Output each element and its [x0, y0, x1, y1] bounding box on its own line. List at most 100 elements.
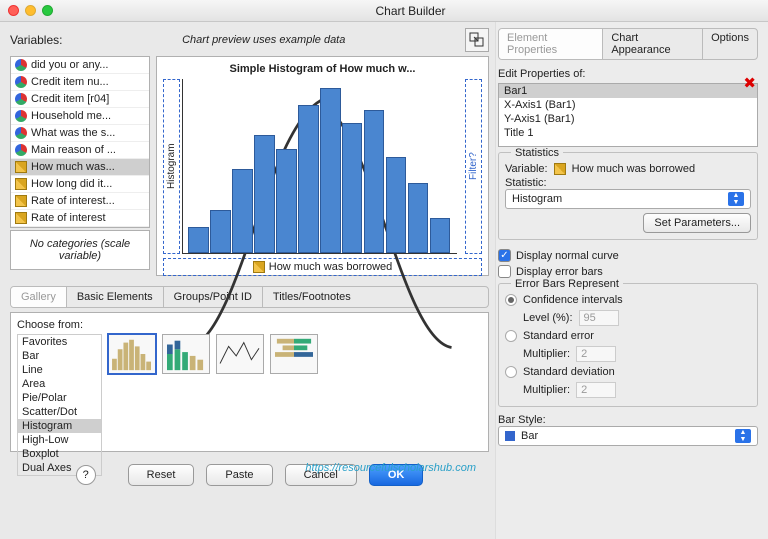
chart-type-item[interactable]: Histogram: [18, 419, 101, 433]
ci-level-input: 95: [579, 310, 619, 326]
histogram-bar: [210, 210, 231, 254]
histogram-bar: [364, 110, 385, 253]
radio-standard-error: [505, 330, 517, 342]
preview-note: Chart preview uses example data: [72, 34, 455, 46]
histogram-bar: [342, 123, 363, 254]
ruler-icon: [15, 195, 27, 207]
variable-item[interactable]: How much was...: [11, 159, 149, 176]
thumb-population-pyramid[interactable]: [270, 334, 318, 374]
chart-type-item[interactable]: Pie/Polar: [18, 391, 101, 405]
nominal-icon: [15, 144, 27, 156]
thumb-stacked-histogram[interactable]: [162, 334, 210, 374]
help-button[interactable]: ?: [76, 465, 96, 485]
error-bars-legend: Error Bars Represent: [511, 278, 623, 290]
nominal-icon: [15, 127, 27, 139]
tab-gallery[interactable]: Gallery: [11, 287, 67, 307]
chart-filter-dropzone[interactable]: Filter?: [465, 79, 482, 254]
delete-button[interactable]: ✖: [743, 74, 756, 92]
sd-multiplier-input: 2: [576, 382, 616, 398]
variable-item[interactable]: did you or any...: [11, 57, 149, 74]
transfer-button[interactable]: [465, 28, 489, 52]
stat-variable-label: Variable:: [505, 163, 548, 175]
ruler-icon: [15, 178, 27, 190]
chart-type-list[interactable]: FavoritesBarLineAreaPie/PolarScatter/Dot…: [17, 334, 102, 476]
chart-title: Simple Histogram of How much w...: [163, 63, 482, 75]
display-normal-curve-label: Display normal curve: [516, 250, 619, 262]
variable-item[interactable]: What was the s...: [11, 125, 149, 142]
histogram-bar: [298, 105, 319, 253]
variables-label: Variables:: [10, 33, 62, 47]
radio-confidence-intervals: [505, 294, 517, 306]
chart-preview[interactable]: Simple Histogram of How much w... Histog…: [156, 56, 489, 276]
chart-type-item[interactable]: High-Low: [18, 433, 101, 447]
chart-plot: [182, 79, 457, 254]
edit-property-item[interactable]: Bar1: [499, 84, 757, 98]
nominal-icon: [15, 76, 27, 88]
watermark: https://resourcefulscholarshub.com: [305, 462, 476, 474]
chart-type-item[interactable]: Scatter/Dot: [18, 405, 101, 419]
nominal-icon: [15, 93, 27, 105]
histogram-bar: [276, 149, 297, 253]
thumb-frequency-polygon[interactable]: [216, 334, 264, 374]
transfer-icon: [469, 32, 485, 48]
edit-property-item[interactable]: Title 1: [499, 126, 757, 140]
radio-standard-deviation: [505, 366, 517, 378]
chart-type-item[interactable]: Favorites: [18, 335, 101, 349]
statistics-legend: Statistics: [511, 147, 563, 159]
zoom-icon[interactable]: [42, 5, 53, 16]
histogram-bar: [408, 183, 429, 253]
variable-item[interactable]: Rate of interest...: [11, 193, 149, 210]
close-icon[interactable]: [8, 5, 19, 16]
right-segmented-tabs: Element Properties Chart Appearance Opti…: [498, 28, 758, 60]
variable-item[interactable]: Credit item nu...: [11, 74, 149, 91]
set-parameters-button[interactable]: Set Parameters...: [643, 213, 751, 233]
se-multiplier-input: 2: [576, 346, 616, 362]
nominal-icon: [15, 110, 27, 122]
tab-options[interactable]: Options: [703, 29, 757, 59]
stepper-icon: ▲▼: [735, 429, 751, 443]
bar-style-select[interactable]: Bar ▲▼: [498, 426, 758, 446]
stat-variable-value: How much was borrowed: [572, 163, 696, 175]
tab-element-properties[interactable]: Element Properties: [499, 29, 603, 59]
chart-type-item[interactable]: Area: [18, 377, 101, 391]
chart-ylabel[interactable]: Histogram: [163, 79, 180, 254]
window-controls: [8, 5, 53, 16]
bar-style-label: Bar Style:: [498, 414, 758, 426]
display-error-bars-label: Display error bars: [516, 266, 603, 278]
thumb-histogram[interactable]: [108, 334, 156, 374]
minimize-icon[interactable]: [25, 5, 36, 16]
edit-property-item[interactable]: X-Axis1 (Bar1): [499, 98, 757, 112]
statistic-select[interactable]: Histogram ▲▼: [505, 189, 751, 209]
ruler-icon: [15, 212, 27, 224]
window-title: Chart Builder: [61, 4, 760, 18]
tab-basic-elements[interactable]: Basic Elements: [67, 287, 164, 307]
chart-type-item[interactable]: Bar: [18, 349, 101, 363]
display-normal-curve-checkbox[interactable]: ✓: [498, 249, 511, 262]
ruler-icon: [15, 161, 27, 173]
histogram-bar: [188, 227, 209, 253]
chart-thumbnails: https://resourcefulscholarshub.com: [108, 334, 482, 476]
edit-properties-list[interactable]: Bar1X-Axis1 (Bar1)Y-Axis1 (Bar1)Title 1: [498, 83, 758, 147]
variable-item[interactable]: Rate of interest: [11, 210, 149, 227]
variable-item[interactable]: How long did it...: [11, 176, 149, 193]
histogram-bar: [254, 135, 275, 253]
display-error-bars-checkbox: [498, 265, 511, 278]
nominal-icon: [15, 59, 27, 71]
histogram-bar: [430, 218, 451, 253]
ruler-icon: [554, 163, 566, 175]
no-categories-note: No categories (scale variable): [10, 230, 150, 270]
edit-properties-label: Edit Properties of:: [498, 68, 758, 80]
variable-item[interactable]: Household me...: [11, 108, 149, 125]
edit-property-item[interactable]: Y-Axis1 (Bar1): [499, 112, 757, 126]
stepper-icon: ▲▼: [728, 192, 744, 206]
variable-item[interactable]: Main reason of ...: [11, 142, 149, 159]
bar-swatch-icon: [505, 431, 515, 441]
tab-chart-appearance[interactable]: Chart Appearance: [603, 29, 703, 59]
variable-item[interactable]: Credit item [r04]: [11, 91, 149, 108]
titlebar: Chart Builder: [0, 0, 768, 22]
variables-list[interactable]: did you or any...Credit item nu...Credit…: [10, 56, 150, 228]
histogram-bar: [320, 88, 341, 253]
chart-type-item[interactable]: Line: [18, 363, 101, 377]
statistic-label: Statistic:: [505, 177, 751, 189]
histogram-bar: [386, 157, 407, 253]
